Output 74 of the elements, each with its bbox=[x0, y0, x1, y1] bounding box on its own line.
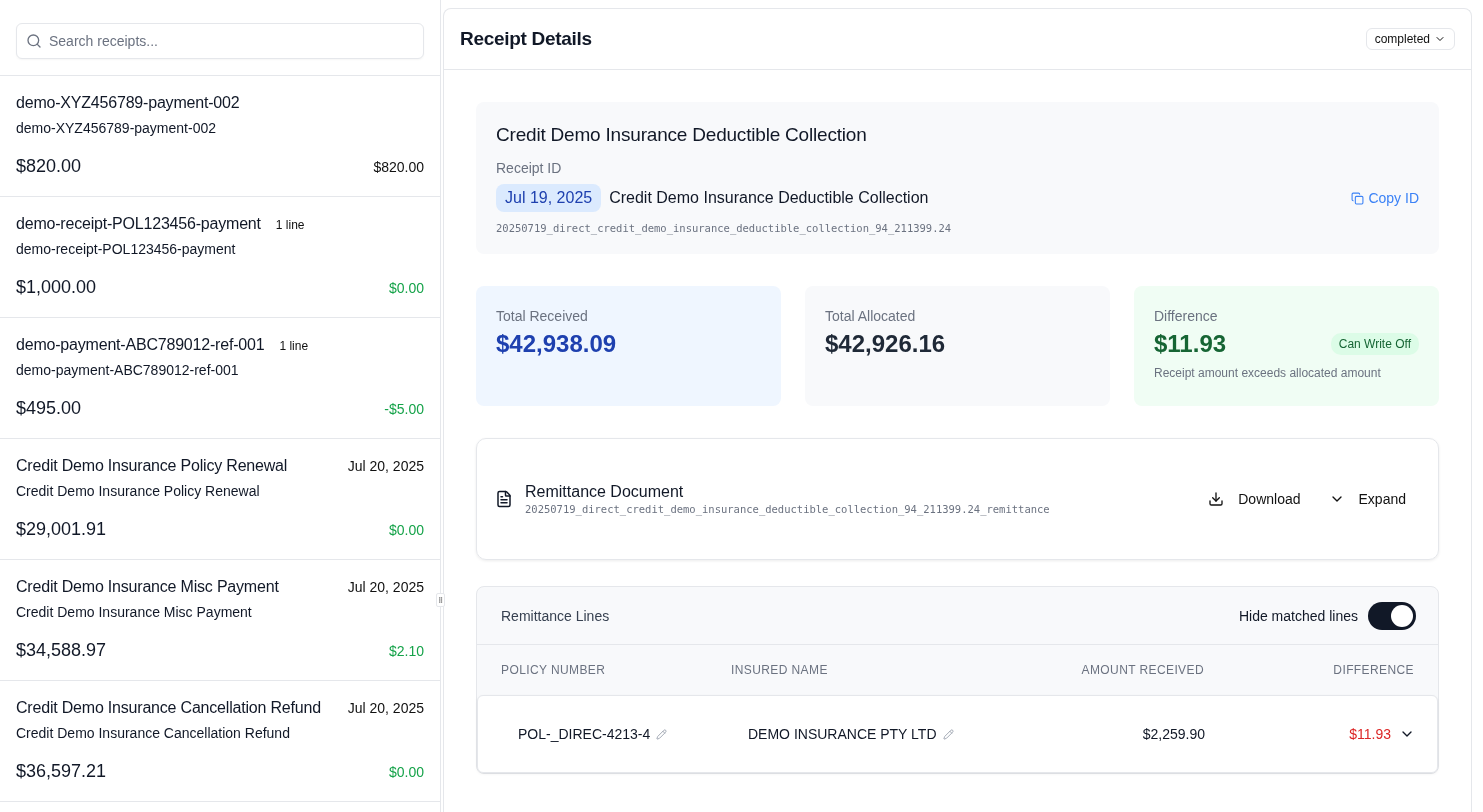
receipt-amount: $820.00 bbox=[16, 156, 82, 177]
date-tag: Jul 19, 2025 bbox=[496, 184, 602, 212]
stat-note: Receipt amount exceeds allocated amount bbox=[1154, 366, 1382, 380]
receipt-amount: $34,588.97 bbox=[16, 640, 107, 661]
receipt-list-item[interactable]: Credit Demo Insurance Cancellation Refund Jul 20, 2025 Credit Demo Insurance Cancellation Refund $36,597.21 $0.00 bbox=[0, 681, 440, 802]
receipt-amount: $495.00 bbox=[16, 398, 82, 419]
receipt-difference: $0.00 bbox=[388, 280, 424, 296]
receipt-list-item[interactable]: demo-payment-ABC789012-ref-001 1 line demo-payment-ABC789012-ref-001 $495.00 -$5.00 bbox=[0, 318, 440, 439]
status-select[interactable]: completed bbox=[1365, 28, 1455, 50]
column-header: DIFFERENCE bbox=[1332, 663, 1414, 677]
receipt-reference: 20250719_direct_credit_demo_insurance_deductible_collection_94_211399.24 bbox=[496, 222, 953, 234]
stat-value: $42,926.16 bbox=[825, 330, 946, 358]
column-header: POLICY NUMBER bbox=[501, 663, 607, 677]
receipt-date: Jul 20, 2025 bbox=[347, 458, 424, 474]
download-icon bbox=[1208, 491, 1225, 507]
stat-label: Difference bbox=[1154, 308, 1219, 324]
receipt-difference: $0.00 bbox=[388, 522, 424, 538]
stat-label: Total Received bbox=[496, 308, 589, 324]
line-count: 1 line bbox=[279, 339, 309, 353]
receipt-date: Jul 20, 2025 bbox=[347, 700, 424, 716]
receipt-description: Credit Demo Insurance Deductible Collection bbox=[609, 189, 930, 207]
copy-icon bbox=[1351, 191, 1365, 205]
receipt-subtitle: demo-XYZ456789-payment-002 bbox=[16, 120, 217, 136]
receipt-subtitle: Credit Demo Insurance Cancellation Refund bbox=[16, 725, 291, 741]
resize-handle[interactable] bbox=[436, 593, 445, 607]
receipt-title: Credit Demo Insurance Cancellation Refund bbox=[16, 699, 321, 717]
receipt-date: Jul 20, 2025 bbox=[347, 579, 424, 595]
receipt-amount: $29,001.91 bbox=[16, 519, 107, 540]
stat-value: $11.93 bbox=[1154, 330, 1227, 358]
stat-label: Total Allocated bbox=[825, 308, 917, 324]
receipt-title: demo-payment-ABC789012-ref-001 bbox=[16, 336, 265, 354]
receipt-title: demo-receipt-POL123456-payment bbox=[16, 215, 261, 233]
receipt-difference: $0.00 bbox=[388, 764, 424, 780]
stat-value: $42,938.09 bbox=[496, 330, 617, 358]
receipt-difference: -$5.00 bbox=[384, 401, 424, 417]
receipt-list-item[interactable]: Credit Demo Insurance Policy Renewal Jul 20, 2025 Credit Demo Insurance Policy Renewal $29,001.91 $0.00 bbox=[0, 439, 440, 560]
receipt-subtitle: demo-receipt-POL123456-payment bbox=[16, 241, 237, 257]
status-badge: Can Write Off bbox=[1330, 333, 1419, 355]
pencil-icon[interactable] bbox=[656, 728, 668, 740]
receipt-difference: $2.10 bbox=[388, 643, 424, 659]
field-label: Receipt ID bbox=[496, 160, 563, 176]
insured-cell: DEMO INSURANCE PTY LTD bbox=[748, 726, 1055, 742]
copy-id-button[interactable]: Copy ID bbox=[1351, 190, 1419, 206]
receipt-list-item[interactable]: demo-receipt-POL123456-payment 1 line demo-receipt-POL123456-payment $1,000.00 $0.00 bbox=[0, 197, 440, 318]
expand-button[interactable]: Expand bbox=[1320, 485, 1414, 513]
download-button[interactable]: Download bbox=[1200, 485, 1309, 513]
table-row[interactable]: POL-_DIREC-4213-4 DEMO INSURANCE PTY LTD $2,259.90 $11.93 bbox=[477, 695, 1438, 773]
amount-cell-text: $2,259.90 bbox=[1141, 726, 1205, 742]
receipt-subtitle: demo-payment-ABC789012-ref-001 bbox=[16, 362, 240, 378]
toggle-label: Hide matched lines bbox=[1238, 607, 1358, 624]
receipt-list-item[interactable]: demo-XYZ456789-payment-002 demo-XYZ456789-payment-002 $820.00 $820.00 bbox=[0, 76, 440, 197]
receipt-name: Credit Demo Insurance Deductible Collection bbox=[496, 124, 868, 146]
line-count: 1 line bbox=[275, 218, 305, 232]
receipt-title: demo-XYZ456789-payment-002 bbox=[16, 94, 240, 112]
receipt-title: Credit Demo Insurance Misc Payment bbox=[16, 578, 279, 596]
pencil-icon[interactable] bbox=[942, 728, 954, 740]
toggle-switch[interactable] bbox=[1368, 601, 1416, 630]
section-title: Remittance Lines bbox=[501, 607, 610, 624]
receipt-title: Credit Demo Insurance Policy Renewal bbox=[16, 457, 288, 475]
receipt-subtitle: Credit Demo Insurance Misc Payment bbox=[16, 604, 253, 620]
receipt-subtitle: Credit Demo Insurance Policy Renewal bbox=[16, 483, 261, 499]
document-title: Remittance Document bbox=[525, 483, 685, 501]
search-icon bbox=[26, 33, 42, 49]
column-header: INSURED NAME bbox=[731, 663, 829, 677]
column-header: AMOUNT RECEIVED bbox=[1080, 663, 1204, 677]
search-field[interactable]: Search receipts... bbox=[16, 23, 424, 59]
receipt-difference: $820.00 bbox=[373, 159, 424, 175]
difference-cell: $11.93 bbox=[1349, 726, 1391, 742]
policy-cell: POL-_DIREC-4213-4 bbox=[518, 726, 748, 742]
page-title: Receipt Details bbox=[460, 28, 592, 50]
receipt-amount: $36,597.21 bbox=[16, 761, 107, 782]
document-filename: 20250719_direct_credit_demo_insurance_deductible_collection_94_211399.24_remittance bbox=[525, 503, 1051, 515]
document-icon bbox=[495, 490, 513, 508]
receipt-amount: $1,000.00 bbox=[16, 277, 97, 298]
